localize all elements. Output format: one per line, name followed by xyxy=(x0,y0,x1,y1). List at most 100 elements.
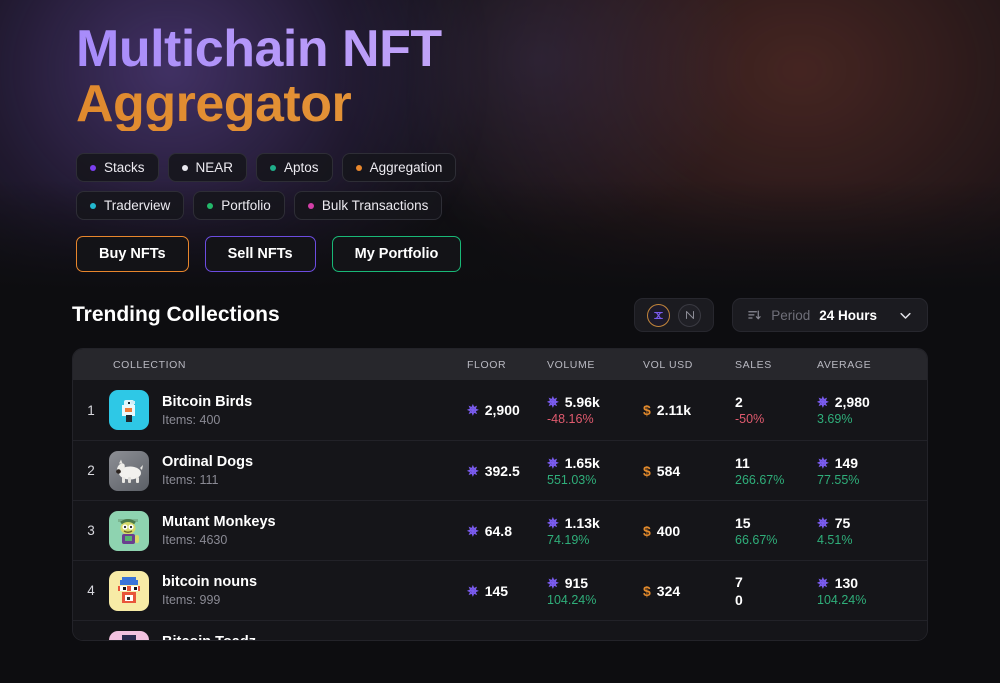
tag-bulk-transactions[interactable]: Bulk Transactions xyxy=(293,191,443,221)
usd-symbol-icon: $ xyxy=(643,522,651,539)
sales-change: 66.67% xyxy=(735,532,778,547)
sell-nfts-button[interactable]: Sell NFTs xyxy=(204,236,316,273)
row-collection[interactable]: Mutant Monkeys Items: 4630 xyxy=(109,510,467,551)
volume-change: 74.19% xyxy=(547,532,590,547)
volume-value: 5.96k xyxy=(564,394,600,410)
near-chain-icon[interactable] xyxy=(678,303,702,327)
table-header-row: COLLECTION FLOOR VOLUME VOL USD SALES AV… xyxy=(73,349,927,380)
vol-usd-value: 400 xyxy=(656,522,681,539)
vol-usd-value: 584 xyxy=(656,462,681,479)
period-dropdown[interactable]: Period 24 Hours xyxy=(732,298,928,332)
stx-symbol-icon: ✵ xyxy=(817,454,829,471)
cell-average: ✵ 130 104.24% xyxy=(817,575,909,607)
stx-symbol-icon: ✵ xyxy=(817,574,829,591)
buy-nfts-button[interactable]: Buy NFTs xyxy=(76,236,189,273)
collection-name: Ordinal Dogs xyxy=(162,454,254,470)
sales-value: 11 xyxy=(735,454,750,471)
usd-symbol-icon: $ xyxy=(643,402,651,418)
my-portfolio-button[interactable]: My Portfolio xyxy=(331,236,462,273)
tag-label: Aptos xyxy=(284,160,319,176)
floor-value: 145 xyxy=(484,582,509,599)
volume-change: 551.03% xyxy=(547,472,597,487)
period-value: 24 Hours xyxy=(819,307,877,323)
row-collection[interactable]: bitcoin nouns Items: 999 xyxy=(109,570,467,611)
collection-name: Mutant Monkeys xyxy=(162,514,276,530)
cell-vol-usd: $324 xyxy=(643,583,735,599)
sales-value: 15 xyxy=(735,514,751,531)
header-sales[interactable]: SALES xyxy=(735,359,817,371)
volume-value: 1.65k xyxy=(564,454,600,471)
usd-symbol-icon: $ xyxy=(643,582,651,599)
tag-near[interactable]: NEAR xyxy=(167,153,248,183)
table-row[interactable]: 3 Mutant Monkeys Items: 4630 ✵ 64.8 ✵ 1.… xyxy=(73,500,927,560)
chain-filter-toggle[interactable] xyxy=(634,298,715,332)
sell-nfts-label: Sell NFTs xyxy=(227,246,293,263)
cell-sales: 15 66.67% xyxy=(735,515,817,547)
table-row[interactable]: 5 Bitcoin Toadz xyxy=(73,620,927,640)
table-row[interactable]: 1 Bitcoin Birds Items: 400 ✵ 2,900 ✵ 5.9… xyxy=(73,380,927,440)
average-change: 104.24% xyxy=(817,592,867,607)
stx-symbol-icon: ✵ xyxy=(547,514,559,531)
cell-sales: 2 -50% xyxy=(735,394,817,426)
table-row[interactable]: 2 Ordinal Dogs Items: 111 ✵ 392.5 ✵ 1.65… xyxy=(73,440,927,500)
average-value: 2,980 xyxy=(834,394,870,410)
row-rank: 3 xyxy=(87,523,95,538)
volume-value: 915 xyxy=(564,574,589,591)
row-collection[interactable]: Bitcoin Birds Items: 400 xyxy=(109,390,467,430)
monkey-avatar xyxy=(109,510,149,551)
header-collection[interactable]: COLLECTION xyxy=(109,359,467,371)
tag-portfolio[interactable]: Portfolio xyxy=(193,191,285,221)
tag-aptos[interactable]: Aptos xyxy=(256,153,333,183)
cta-button-row: Buy NFTs Sell NFTs My Portfolio xyxy=(76,236,1000,273)
table-body: 1 Bitcoin Birds Items: 400 ✵ 2,900 ✵ 5.9… xyxy=(73,380,927,640)
chevron-down-icon xyxy=(898,308,913,323)
volume-change: -48.16% xyxy=(547,412,594,426)
floor-value: 2,900 xyxy=(484,402,520,418)
trending-controls: Period 24 Hours xyxy=(634,298,928,332)
average-value: 149 xyxy=(834,454,859,471)
tag-stacks[interactable]: Stacks xyxy=(76,153,159,183)
average-change: 3.69% xyxy=(817,412,853,426)
header-volume[interactable]: VOLUME xyxy=(547,359,643,371)
collection-items: Items: 999 xyxy=(162,593,221,607)
stx-symbol-icon: ✵ xyxy=(467,462,479,479)
cell-sales: 11 266.67% xyxy=(735,455,817,487)
row-collection[interactable]: Bitcoin Toadz Items: 3000 xyxy=(109,630,467,640)
nouns-avatar xyxy=(109,570,149,611)
collection-items: Items: 4630 xyxy=(162,533,228,547)
my-portfolio-label: My Portfolio xyxy=(354,246,439,263)
page-title: Multichain NFT Aggregator xyxy=(76,22,1000,131)
header-average[interactable]: AVERAGE xyxy=(817,359,909,371)
row-rank: 4 xyxy=(87,583,95,598)
average-change: 4.51% xyxy=(817,532,853,547)
table-row[interactable]: 4 bitcoin nouns Items: 999 ✵ 145 ✵ 915 1… xyxy=(73,560,927,620)
stacks-chain-icon[interactable] xyxy=(647,303,671,327)
tag-traderview[interactable]: Traderview xyxy=(76,191,185,221)
header-floor[interactable]: FLOOR xyxy=(467,359,547,371)
cell-volume: ✵ 1.65k 551.03% xyxy=(547,455,643,487)
tag-aggregation[interactable]: Aggregation xyxy=(341,153,457,183)
collection-name: Bitcoin Toadz xyxy=(162,634,256,640)
stx-symbol-icon: ✵ xyxy=(467,402,479,418)
collection-items: Items: 400 xyxy=(162,412,221,427)
row-collection[interactable]: Ordinal Dogs Items: 111 xyxy=(109,450,467,491)
tag-label: Aggregation xyxy=(369,160,443,176)
header-vol-usd[interactable]: VOL USD xyxy=(643,359,735,371)
tag-label: Bulk Transactions xyxy=(321,198,429,214)
cell-volume: ✵ 915 104.24% xyxy=(547,575,643,607)
bird-avatar xyxy=(109,390,149,430)
cell-floor: ✵ 392.5 xyxy=(467,463,547,479)
period-label: Period xyxy=(771,307,811,323)
tag-label: Traderview xyxy=(104,198,171,214)
row-rank: 1 xyxy=(87,402,95,418)
tag-dot-icon xyxy=(207,202,214,209)
sales-change: -50% xyxy=(735,412,765,426)
vol-usd-value: 2.11k xyxy=(656,402,692,418)
stx-symbol-icon: ✵ xyxy=(547,454,559,471)
cell-floor: ✵ 2,900 xyxy=(467,402,547,418)
cell-sales: 7 0 xyxy=(735,574,817,608)
tag-dot-icon xyxy=(181,164,188,171)
sales-change: 0 xyxy=(735,591,743,608)
stx-symbol-icon: ✵ xyxy=(817,514,829,531)
toad-avatar xyxy=(109,630,149,640)
